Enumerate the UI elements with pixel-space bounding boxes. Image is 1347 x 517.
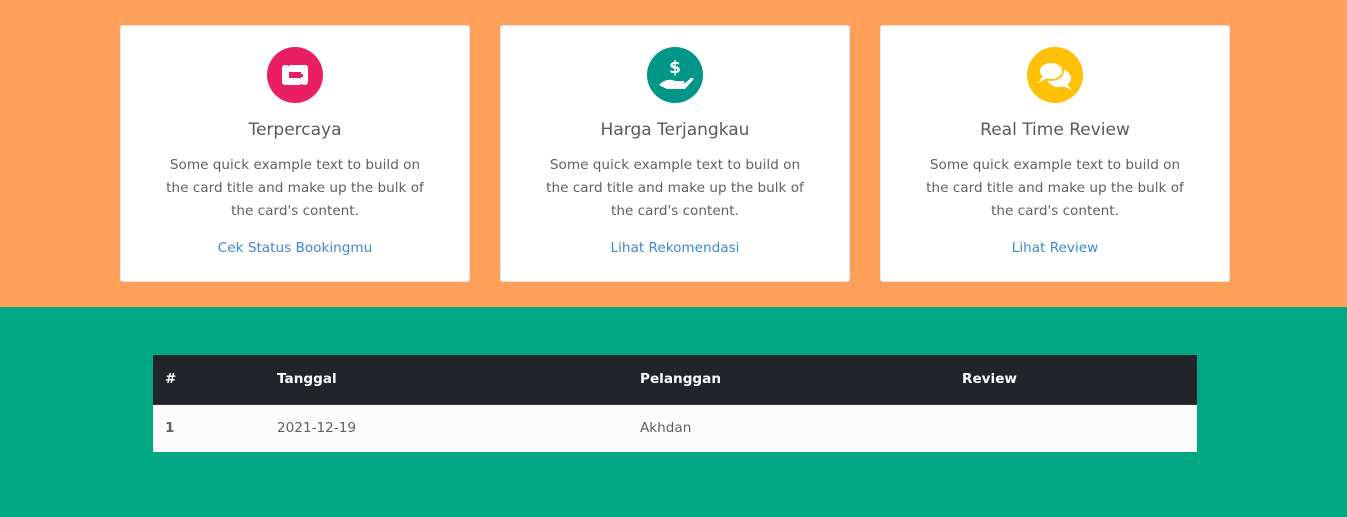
row-tanggal: 2021-12-19 (265, 404, 628, 452)
cek-status-booking-link[interactable]: Cek Status Bookingmu (121, 240, 469, 256)
card-title: Terpercaya (248, 120, 342, 140)
review-table: # Tanggal Pelanggan Review 1 2021-12-19 … (153, 355, 1197, 452)
feature-card-review: Real Time Review Some quick example text… (880, 25, 1230, 282)
card-title: Harga Terjangkau (600, 120, 750, 140)
row-number: 1 (153, 404, 265, 452)
card-text: Some quick example text to build on the … (926, 157, 1184, 219)
row-review (950, 404, 1197, 452)
svg-text:$: $ (669, 58, 681, 78)
lihat-rekomendasi-link[interactable]: Lihat Rekomendasi (501, 240, 849, 256)
card-text: Some quick example text to build on the … (166, 157, 424, 219)
money-hand-icon: $ (647, 47, 703, 103)
feature-card-harga: $ Harga Terjangkau Some quick example te… (500, 25, 850, 282)
column-header-pelanggan: Pelanggan (628, 355, 950, 405)
column-header-number: # (153, 355, 265, 405)
table-header-row: # Tanggal Pelanggan Review (153, 355, 1197, 405)
card-text: Some quick example text to build on the … (546, 157, 804, 219)
handshake-icon (267, 47, 323, 103)
feature-card-terpercaya: Terpercaya Some quick example text to bu… (120, 25, 470, 282)
lihat-review-link[interactable]: Lihat Review (881, 240, 1229, 256)
column-header-tanggal: Tanggal (265, 355, 628, 405)
column-header-review: Review (950, 355, 1197, 405)
row-pelanggan: Akhdan (628, 404, 950, 452)
chat-bubbles-icon (1027, 47, 1083, 103)
card-title: Real Time Review (980, 120, 1130, 140)
table-row: 1 2021-12-19 Akhdan (153, 404, 1197, 452)
